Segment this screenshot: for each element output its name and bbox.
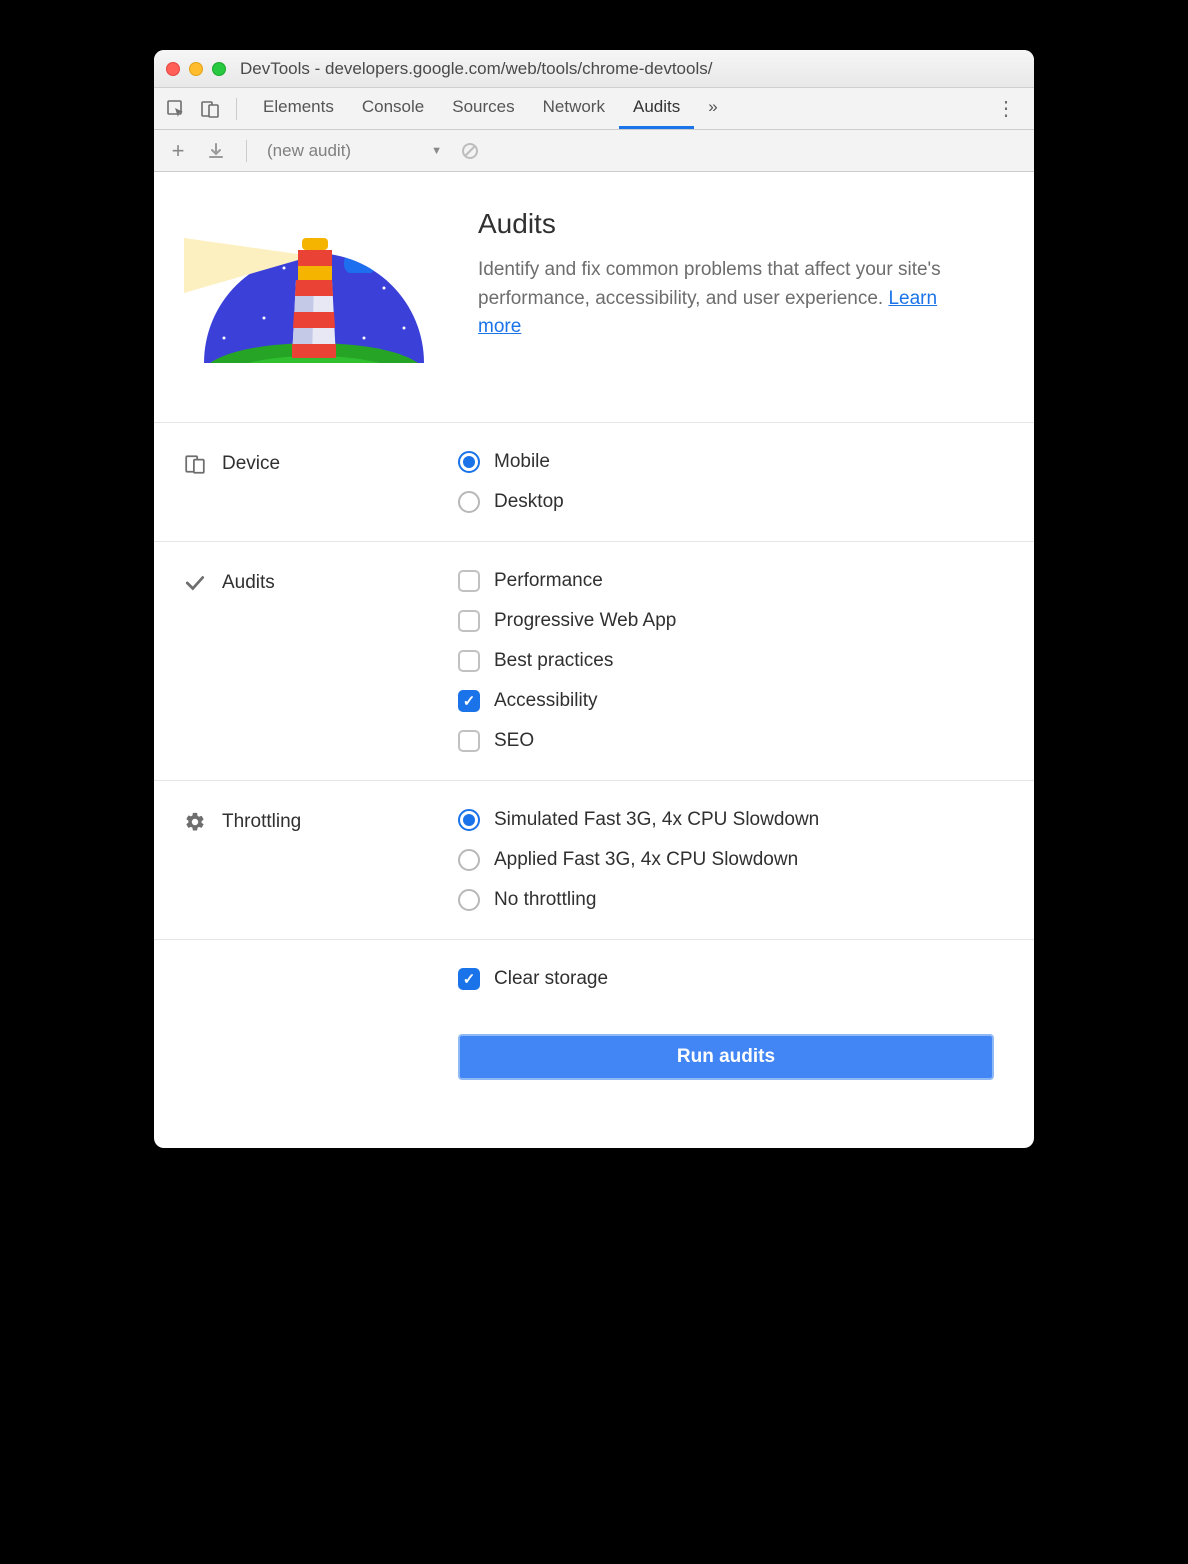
- checkbox-seo[interactable]: SEO: [458, 730, 994, 752]
- gear-icon: [184, 811, 206, 833]
- section-label-audits: Audits: [184, 570, 434, 752]
- lighthouse-icon: [184, 208, 444, 388]
- clear-icon[interactable]: [456, 137, 484, 165]
- radio-icon: [458, 809, 480, 831]
- section-storage: Clear storage Run audits: [154, 939, 1034, 1108]
- radio-icon: [458, 889, 480, 911]
- page-description: Identify and fix common problems that af…: [478, 256, 978, 342]
- checkbox-pwa[interactable]: Progressive Web App: [458, 610, 994, 632]
- audits-header-text: Audits Identify and fix common problems …: [478, 208, 978, 388]
- audits-toolbar: + (new audit) ▼: [154, 130, 1034, 172]
- tab-overflow-icon[interactable]: »: [694, 88, 731, 129]
- audit-selector-label: (new audit): [267, 141, 351, 161]
- window-title: DevTools - developers.google.com/web/too…: [240, 59, 712, 79]
- panel-tabbar: Elements Console Sources Network Audits …: [154, 88, 1034, 130]
- section-audits: Audits Performance Progressive Web App B…: [154, 541, 1034, 780]
- tab-network[interactable]: Network: [529, 88, 619, 129]
- checkbox-performance[interactable]: Performance: [458, 570, 994, 592]
- devtools-window: DevTools - developers.google.com/web/too…: [154, 50, 1034, 1148]
- radio-desktop[interactable]: Desktop: [458, 491, 994, 513]
- radio-icon: [458, 491, 480, 513]
- checkbox-icon: [458, 650, 480, 672]
- radio-simulated-3g[interactable]: Simulated Fast 3G, 4x CPU Slowdown: [458, 809, 994, 831]
- new-audit-icon[interactable]: +: [164, 137, 192, 165]
- radio-mobile[interactable]: Mobile: [458, 451, 994, 473]
- tab-audits[interactable]: Audits: [619, 88, 694, 129]
- radio-applied-3g[interactable]: Applied Fast 3G, 4x CPU Slowdown: [458, 849, 994, 871]
- minimize-icon[interactable]: [189, 62, 203, 76]
- section-device: Device Mobile Desktop: [154, 422, 1034, 541]
- tab-console[interactable]: Console: [348, 88, 438, 129]
- checkbox-icon: [458, 570, 480, 592]
- window-controls: [166, 62, 226, 76]
- section-throttling: Throttling Simulated Fast 3G, 4x CPU Slo…: [154, 780, 1034, 939]
- check-icon: [184, 572, 206, 594]
- checkbox-icon: [458, 610, 480, 632]
- radio-icon: [458, 451, 480, 473]
- tab-elements[interactable]: Elements: [249, 88, 348, 129]
- inspect-element-icon[interactable]: [162, 95, 190, 123]
- audits-panel-content: Audits Identify and fix common problems …: [154, 172, 1034, 1148]
- close-icon[interactable]: [166, 62, 180, 76]
- separator: [236, 98, 237, 120]
- checkbox-accessibility[interactable]: Accessibility: [458, 690, 994, 712]
- checkbox-best-practices[interactable]: Best practices: [458, 650, 994, 672]
- checkbox-icon: [458, 968, 480, 990]
- checkbox-icon: [458, 730, 480, 752]
- radio-no-throttling[interactable]: No throttling: [458, 889, 994, 911]
- checkbox-clear-storage[interactable]: Clear storage: [458, 968, 994, 990]
- more-menu-icon[interactable]: ⋮: [986, 96, 1026, 121]
- titlebar: DevTools - developers.google.com/web/too…: [154, 50, 1034, 88]
- audit-selector[interactable]: (new audit) ▼: [263, 141, 446, 161]
- tab-sources[interactable]: Sources: [438, 88, 528, 129]
- panel-tabs: Elements Console Sources Network Audits …: [249, 88, 732, 129]
- checkbox-icon: [458, 690, 480, 712]
- device-icon: [184, 453, 206, 475]
- maximize-icon[interactable]: [212, 62, 226, 76]
- radio-icon: [458, 849, 480, 871]
- audits-header: Audits Identify and fix common problems …: [154, 198, 1034, 422]
- chevron-down-icon: ▼: [431, 145, 442, 157]
- section-label-device: Device: [184, 451, 434, 513]
- section-label-throttling: Throttling: [184, 809, 434, 911]
- download-icon[interactable]: [202, 137, 230, 165]
- run-audits-button[interactable]: Run audits: [458, 1034, 994, 1080]
- page-title: Audits: [478, 208, 978, 240]
- separator: [246, 140, 247, 162]
- device-toggle-icon[interactable]: [196, 95, 224, 123]
